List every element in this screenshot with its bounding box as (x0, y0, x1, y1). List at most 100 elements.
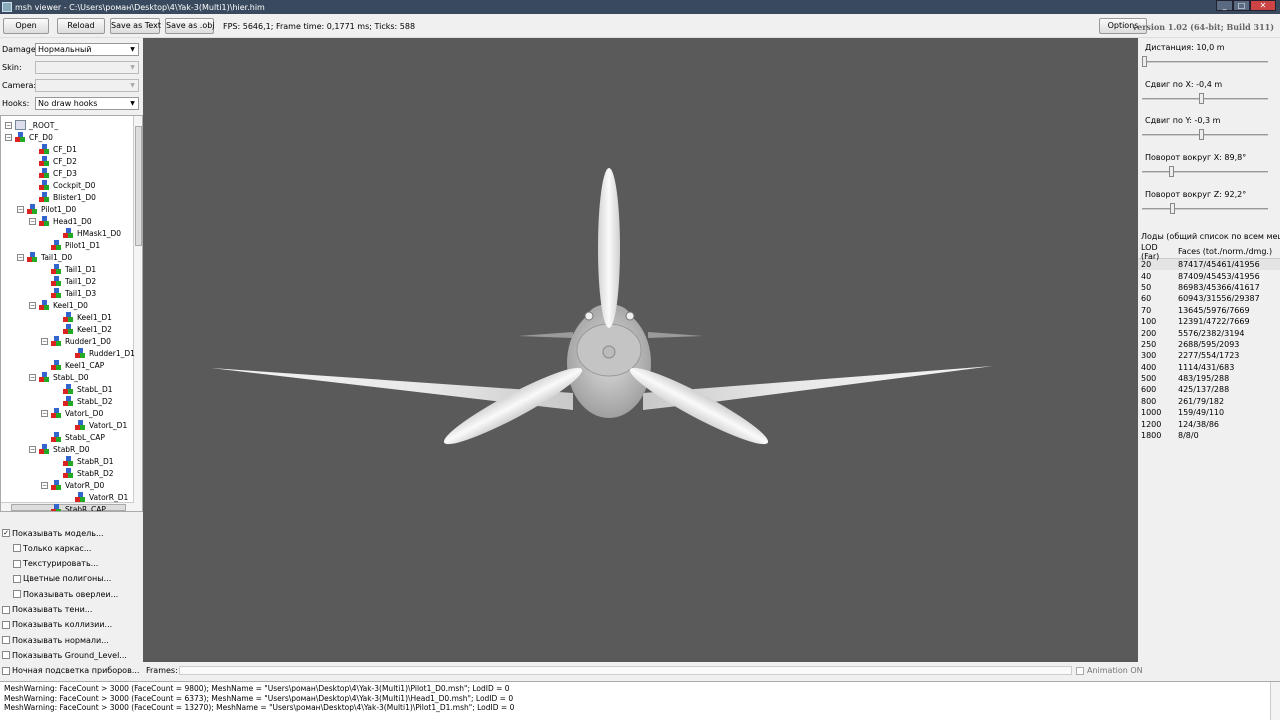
checkbox[interactable] (13, 544, 21, 553)
tree-node[interactable]: StabL_D1 (63, 383, 113, 395)
frames-slider[interactable] (179, 666, 1072, 675)
slider-handle[interactable] (1142, 56, 1147, 67)
open-button[interactable]: Open (3, 18, 49, 34)
table-row[interactable]: 600 425/137/288 (1138, 384, 1280, 395)
hierarchy-tree[interactable]: − _ROOT_ − CF_D0 CF_D1 CF_D2 CF_D3 Cockpit_D0 Bl… (0, 115, 143, 512)
collapse-toggle-icon[interactable]: − (41, 337, 48, 345)
table-row[interactable]: 20 87417/45461/41956 (1138, 259, 1280, 271)
checkbox[interactable] (2, 636, 10, 645)
table-row[interactable]: 70 13645/5976/7669 (1138, 305, 1280, 316)
collapse-toggle-icon[interactable]: − (41, 481, 48, 489)
slider-handle[interactable] (1169, 202, 1175, 214)
table-row[interactable]: 800 261/79/182 (1138, 396, 1280, 407)
slider[interactable] (1142, 166, 1268, 178)
tree-node[interactable]: − VatorR_D0 (41, 479, 104, 491)
table-row[interactable]: 1000 159/49/110 (1138, 407, 1280, 418)
table-row[interactable]: 50 86983/45366/41617 (1138, 282, 1280, 293)
slider-handle[interactable] (1198, 92, 1204, 104)
slider-track[interactable] (1142, 61, 1268, 63)
skin-select[interactable]: ▼ (35, 61, 139, 74)
minimize-icon[interactable]: _ (1216, 0, 1233, 11)
tree-node[interactable]: − Tail1_D0 (17, 251, 72, 263)
option-checkbox-row[interactable]: Только каркас... (13, 542, 91, 554)
tree-node[interactable]: StabR_D1 (63, 455, 114, 467)
slider-track[interactable] (1142, 134, 1268, 137)
tree-node[interactable]: − Pilot1_D0 (17, 203, 76, 215)
table-row[interactable]: 1800 8/8/0 (1138, 430, 1280, 441)
reload-button[interactable]: Reload (57, 18, 105, 34)
checkbox[interactable] (2, 651, 10, 660)
slider[interactable] (1142, 56, 1268, 67)
checkbox[interactable] (2, 605, 10, 614)
tree-node[interactable]: Cockpit_D0 (39, 179, 95, 191)
slider[interactable] (1142, 202, 1268, 214)
slider-track[interactable] (1142, 171, 1268, 174)
tree-node[interactable]: HMask1_D0 (63, 227, 121, 239)
faces-col-header[interactable]: Faces (tot./norm./dmg.) (1178, 247, 1278, 256)
collapse-toggle-icon[interactable]: − (29, 373, 36, 381)
collapse-toggle-icon[interactable]: − (17, 205, 24, 213)
hooks-select[interactable]: No draw hooks ▼ (35, 97, 139, 110)
tree-vertical-scrollbar[interactable] (133, 116, 142, 511)
tree-node[interactable]: Blister1_D0 (39, 191, 96, 203)
maximize-icon[interactable]: □ (1233, 0, 1250, 11)
table-row[interactable]: 40 87409/45453/41956 (1138, 270, 1280, 281)
collapse-toggle-icon[interactable]: − (41, 409, 48, 417)
tree-node[interactable]: Tail1_D1 (51, 263, 96, 275)
tree-node[interactable]: StabL_D2 (63, 395, 113, 407)
tree-node[interactable]: − StabR_D0 (29, 443, 90, 455)
tree-node[interactable]: Tail1_D3 (51, 287, 96, 299)
table-row[interactable]: 1200 124/38/86 (1138, 418, 1280, 429)
table-row[interactable]: 400 1114/431/683 (1138, 362, 1280, 373)
option-checkbox-row[interactable]: Ночная подсветка приборов... (2, 665, 139, 677)
option-checkbox-row[interactable]: Показывать нормали... (2, 634, 109, 646)
table-row[interactable]: 100 12391/4722/7669 (1138, 316, 1280, 327)
table-row[interactable]: 500 483/195/288 (1138, 373, 1280, 384)
tree-node[interactable]: VatorR_D1 (75, 491, 128, 503)
tree-node[interactable]: Rudder1_D1 (75, 347, 135, 359)
slider-handle[interactable] (1198, 129, 1204, 141)
checkbox[interactable] (13, 590, 21, 599)
tree-node[interactable]: StabR_CAP (51, 503, 106, 511)
collapse-toggle-icon[interactable]: − (5, 121, 12, 129)
collapse-toggle-icon[interactable]: − (29, 217, 36, 225)
collapse-toggle-icon[interactable]: − (29, 301, 36, 309)
animation-checkbox[interactable] (1076, 666, 1084, 675)
checkbox[interactable] (2, 620, 10, 629)
table-row[interactable]: 250 2688/595/2093 (1138, 339, 1280, 350)
tree-node[interactable]: − CF_D0 (5, 131, 53, 143)
tree-node[interactable]: Pilot1_D1 (51, 239, 100, 251)
checkbox[interactable]: ✓ (2, 529, 10, 537)
tree-node[interactable]: CF_D3 (39, 167, 77, 179)
checkbox[interactable] (13, 559, 21, 568)
slider-track[interactable] (1142, 207, 1268, 210)
option-checkbox-row[interactable]: Показывать оверлеи... (13, 588, 118, 600)
tree-node[interactable]: CF_D2 (39, 155, 77, 167)
save-as-obj-button[interactable]: Save as .obj (165, 18, 215, 34)
table-row[interactable]: 300 2277/554/1723 (1138, 350, 1280, 361)
tree-node[interactable]: − Head1_D0 (29, 215, 92, 227)
close-icon[interactable]: ✕ (1250, 0, 1276, 11)
slider[interactable] (1142, 92, 1268, 104)
option-checkbox-row[interactable]: Показывать Ground_Level... (2, 649, 127, 661)
damage-select[interactable]: Нормальный ▼ (35, 43, 139, 56)
tree-node[interactable]: Keel1_D1 (63, 311, 112, 323)
slider-track[interactable] (1142, 97, 1268, 100)
checkbox[interactable] (2, 666, 10, 675)
lod-table[interactable]: LOD (Far) Faces (tot./norm./dmg.) 20 8741… (1138, 243, 1280, 455)
collapse-toggle-icon[interactable]: − (17, 253, 24, 261)
option-checkbox-row[interactable]: Текстурировать... (13, 558, 98, 570)
checkbox[interactable] (13, 574, 21, 583)
tree-node[interactable]: − StabL_D0 (29, 371, 89, 383)
tree-node[interactable]: Keel1_CAP (51, 359, 104, 371)
tree-node[interactable]: CF_D1 (39, 143, 77, 155)
tree-node[interactable]: − _ROOT_ (5, 119, 58, 131)
collapse-toggle-icon[interactable]: − (29, 445, 36, 453)
collapse-toggle-icon[interactable]: − (5, 133, 12, 141)
save-as-text-button[interactable]: Save as Text (110, 18, 161, 34)
log-vertical-scrollbar[interactable] (1270, 682, 1280, 720)
slider[interactable] (1142, 129, 1268, 141)
option-checkbox-row[interactable]: ✓ Показывать модель... (2, 527, 104, 539)
tree-node[interactable]: StabR_D2 (63, 467, 114, 479)
tree-node[interactable]: StabL_CAP (51, 431, 105, 443)
